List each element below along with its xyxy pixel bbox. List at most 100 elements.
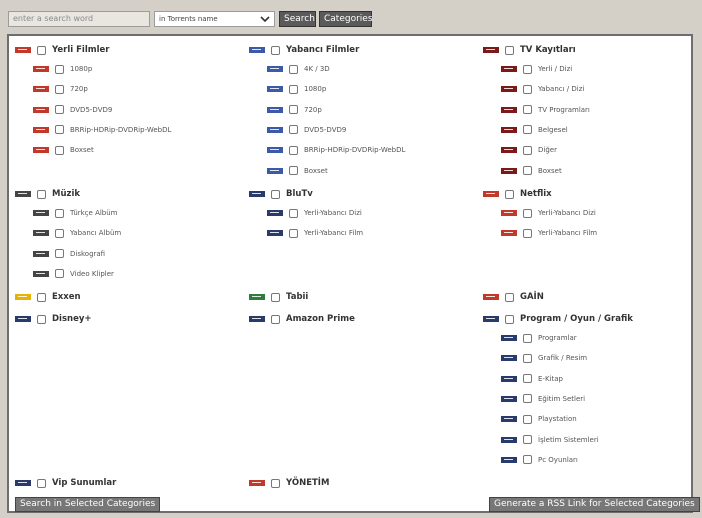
subcategory-muzik-1[interactable]: Yabancı Albüm: [33, 226, 121, 240]
subcategory-tv-kayitlari-1[interactable]: Yabancı / Dizi: [501, 82, 584, 96]
checkbox[interactable]: [505, 189, 514, 199]
checkbox[interactable]: [271, 292, 280, 302]
subcategory-tv-kayitlari-3[interactable]: Belgesel: [501, 123, 568, 137]
subcategory-yerli-filmler-2[interactable]: DVD5-DVD9: [33, 103, 112, 117]
category-disney[interactable]: Disney+: [15, 312, 92, 326]
category-yerli-filmler[interactable]: Yerli Filmler: [15, 43, 109, 57]
category-yabanci-filmler[interactable]: Yabancı Filmler: [249, 43, 359, 57]
checkbox[interactable]: [523, 333, 532, 343]
subcategory-yabanci-filmler-5[interactable]: Boxset: [267, 164, 328, 178]
subcategory-program-1[interactable]: Grafik / Resim: [501, 351, 587, 365]
subcategory-yabanci-filmler-2[interactable]: 720p: [267, 103, 322, 117]
checkbox[interactable]: [523, 414, 532, 424]
checkbox[interactable]: [55, 208, 64, 218]
category-gain[interactable]: GAİN: [483, 290, 544, 304]
checkbox[interactable]: [289, 84, 298, 94]
search-button[interactable]: Search: [279, 11, 316, 27]
subcategory-program-3[interactable]: Eğitim Setleri: [501, 392, 585, 406]
checkbox[interactable]: [289, 145, 298, 155]
checkbox[interactable]: [271, 189, 280, 199]
subcategory-program-2[interactable]: E-Kitap: [501, 372, 563, 386]
checkbox[interactable]: [505, 45, 514, 55]
subcategory-yabanci-filmler-3[interactable]: DVD5-DVD9: [267, 123, 346, 137]
checkbox[interactable]: [37, 292, 46, 302]
subcategory-muzik-2[interactable]: Diskografi: [33, 247, 105, 261]
subcategory-program-4[interactable]: Playstation: [501, 412, 577, 426]
category-netflix[interactable]: Netflix: [483, 187, 552, 201]
checkbox[interactable]: [37, 314, 46, 324]
subcategory-label: Boxset: [538, 166, 562, 175]
checkbox[interactable]: [55, 228, 64, 238]
checkbox[interactable]: [289, 208, 298, 218]
subcategory-yerli-filmler-1[interactable]: 720p: [33, 82, 88, 96]
category-muzik[interactable]: Müzik: [15, 187, 80, 201]
checkbox[interactable]: [523, 353, 532, 363]
checkbox[interactable]: [271, 478, 280, 488]
checkbox[interactable]: [55, 145, 64, 155]
search-input[interactable]: enter a search word: [8, 11, 150, 27]
checkbox[interactable]: [523, 228, 532, 238]
checkbox[interactable]: [271, 45, 280, 55]
subcategory-program-0[interactable]: Programlar: [501, 331, 577, 345]
category-program[interactable]: Program / Oyun / Grafik: [483, 312, 633, 326]
checkbox[interactable]: [289, 166, 298, 175]
category-yonetim[interactable]: YÖNETİM: [249, 476, 329, 490]
checkbox[interactable]: [55, 64, 64, 74]
subcategory-netflix-0[interactable]: Yerli-Yabancı Dizi: [501, 206, 596, 220]
checkbox[interactable]: [289, 125, 298, 135]
checkbox[interactable]: [523, 166, 532, 175]
rss-link-button[interactable]: Generate a RSS Link for Selected Categor…: [489, 497, 700, 512]
subcategory-netflix-1[interactable]: Yerli-Yabancı Film: [501, 226, 597, 240]
checkbox[interactable]: [289, 228, 298, 238]
checkbox[interactable]: [505, 314, 514, 324]
category-exxen[interactable]: Exxen: [15, 290, 81, 304]
subcategory-muzik-3[interactable]: Video Klipler: [33, 267, 114, 281]
subcategory-muzik-0[interactable]: Türkçe Albüm: [33, 206, 118, 220]
category-vip[interactable]: Vip Sunumlar: [15, 476, 116, 490]
category-blutv[interactable]: BluTv: [249, 187, 313, 201]
checkbox[interactable]: [505, 292, 514, 302]
category-tabii[interactable]: Tabii: [249, 290, 308, 304]
subcategory-yerli-filmler-3[interactable]: BRRip-HDRip-DVDRip-WebDL: [33, 123, 171, 137]
checkbox[interactable]: [523, 208, 532, 218]
subcategory-tv-kayitlari-4[interactable]: Diğer: [501, 143, 557, 157]
checkbox[interactable]: [289, 105, 298, 115]
subcategory-program-6[interactable]: Pc Oyunları: [501, 453, 578, 467]
checkbox[interactable]: [523, 105, 532, 115]
subcategory-tv-kayitlari-5[interactable]: Boxset: [501, 164, 562, 178]
subcategory-blutv-1[interactable]: Yerli-Yabancı Film: [267, 226, 363, 240]
subcategory-yerli-filmler-0[interactable]: 1080p: [33, 62, 92, 76]
checkbox[interactable]: [37, 189, 46, 199]
checkbox[interactable]: [55, 125, 64, 135]
checkbox[interactable]: [55, 269, 64, 279]
subcategory-yabanci-filmler-4[interactable]: BRRip-HDRip-DVDRip-WebDL: [267, 143, 405, 157]
search-selected-button[interactable]: Search in Selected Categories: [15, 497, 161, 512]
checkbox[interactable]: [37, 45, 46, 55]
category-tv-kayitlari[interactable]: TV Kayıtları: [483, 43, 576, 57]
checkbox[interactable]: [37, 478, 46, 488]
checkbox[interactable]: [523, 84, 532, 94]
checkbox[interactable]: [271, 314, 280, 324]
subcategory-blutv-0[interactable]: Yerli-Yabancı Dizi: [267, 206, 362, 220]
checkbox[interactable]: [55, 249, 64, 259]
checkbox[interactable]: [523, 64, 532, 74]
categories-button[interactable]: Categories: [319, 11, 373, 27]
subcategory-tv-kayitlari-2[interactable]: TV Programları: [501, 103, 590, 117]
checkbox[interactable]: [523, 374, 532, 384]
checkbox[interactable]: [55, 105, 64, 115]
subcategory-tv-kayitlari-0[interactable]: Yerli / Dizi: [501, 62, 572, 76]
subcategory-program-5[interactable]: İşletim Sistemleri: [501, 433, 599, 447]
checkbox[interactable]: [523, 125, 532, 135]
checkbox[interactable]: [523, 455, 532, 465]
checkbox[interactable]: [523, 435, 532, 444]
search-mode-select[interactable]: in Torrents name: [154, 11, 275, 27]
category-logo-icon: [501, 66, 517, 72]
checkbox[interactable]: [523, 145, 532, 155]
checkbox[interactable]: [289, 64, 298, 74]
subcategory-yerli-filmler-4[interactable]: Boxset: [33, 143, 94, 157]
subcategory-yabanci-filmler-0[interactable]: 4K / 3D: [267, 62, 330, 76]
checkbox[interactable]: [523, 394, 532, 404]
category-amazon[interactable]: Amazon Prime: [249, 312, 355, 326]
subcategory-yabanci-filmler-1[interactable]: 1080p: [267, 82, 326, 96]
checkbox[interactable]: [55, 84, 64, 94]
